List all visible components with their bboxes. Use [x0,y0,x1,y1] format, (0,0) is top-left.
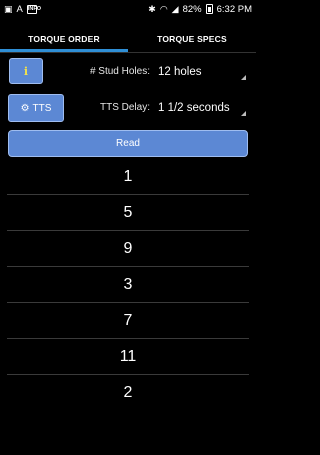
clock: 6:32 PM [216,3,252,15]
tab-divider [0,52,256,53]
tts-delay-label: TTS Delay: [99,102,150,113]
info-icon: i [23,64,29,78]
stud-holes-value: 12 holes [158,66,202,78]
dropdown-caret-icon [241,111,246,116]
status-bar-right: ✱ ◠ ◢ 82% 6:32 PM [148,4,252,15]
sequence-item: 7 [7,303,249,339]
dropdown-caret-icon [241,75,246,80]
gear-icon: ⚙ [20,102,30,114]
status-left-text: A [16,3,23,15]
battery-percent: 82% [182,3,202,15]
tts-delay-select[interactable]: 1 1/2 seconds [156,99,248,119]
wifi-icon: ◠ [159,3,168,14]
stud-holes-label: # Stud Holes: [89,66,150,77]
battery-icon [205,4,213,14]
stud-holes-select[interactable]: 12 holes [156,63,248,83]
tts-button[interactable]: ⚙ TTS [8,94,64,122]
torque-sequence-list: 1 5 9 3 7 11 2 [7,159,249,411]
font-size-icon: ▣ [4,3,13,14]
status-bar: ▣ A INFO ✱ ◠ ◢ 82% 6:32 PM [0,0,256,18]
status-bar-left: ▣ A INFO [4,3,41,15]
sequence-item: 1 [7,159,249,195]
sequence-item: 2 [123,384,133,401]
sequence-item: 9 [7,231,249,267]
app-screen: ▣ A INFO ✱ ◠ ◢ 82% 6:32 PM TORQUE ORDER … [0,0,256,455]
signal-icon: ◢ [171,3,179,14]
read-button[interactable]: Read [8,130,248,157]
sequence-item: 5 [7,195,249,231]
app-badge-icon: INFO [26,4,41,14]
tab-torque-specs[interactable]: TORQUE SPECS [128,26,256,52]
sequence-item: 3 [7,267,249,303]
tts-delay-value: 1 1/2 seconds [158,102,230,114]
bluetooth-icon: ✱ [148,3,156,14]
info-button[interactable]: i [9,58,43,84]
tts-button-label: TTS [32,102,52,114]
sequence-item: 11 [7,339,249,375]
